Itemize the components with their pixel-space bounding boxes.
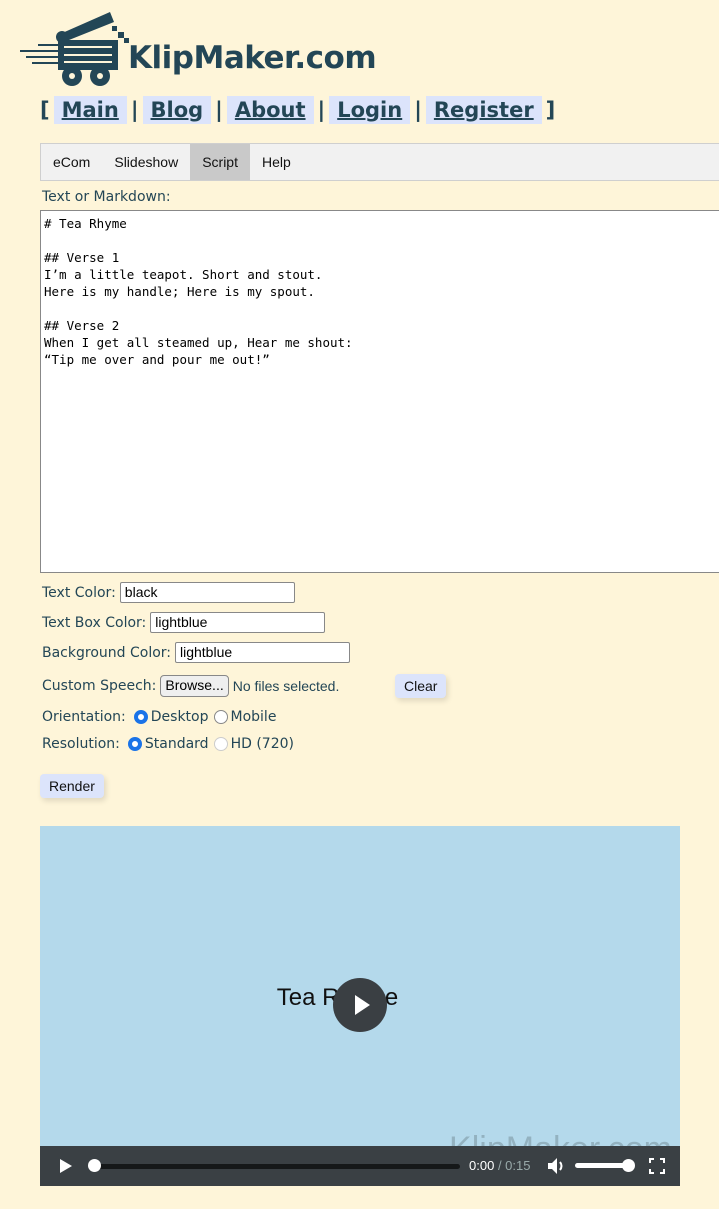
browse-button[interactable]: Browse... — [160, 675, 229, 697]
text-box-color-label: Text Box Color: — [42, 614, 147, 631]
separator: | — [317, 98, 326, 122]
klipmaker-logo — [20, 12, 129, 86]
tab-script[interactable]: Script — [190, 144, 250, 180]
nav-about[interactable]: About — [226, 96, 314, 124]
bracket: ] — [545, 98, 556, 122]
separator: | — [414, 98, 422, 122]
resolution-label: Resolution: — [42, 736, 120, 752]
volume-handle[interactable] — [622, 1159, 635, 1172]
no-files-text: No files selected. — [232, 678, 340, 694]
nav-blog[interactable]: Blog — [142, 96, 212, 124]
tab-help[interactable]: Help — [250, 144, 303, 180]
standard-label: Standard — [144, 736, 209, 752]
play-icon — [355, 995, 370, 1015]
tab-slideshow[interactable]: Slideshow — [102, 144, 190, 180]
radio-desktop[interactable] — [133, 710, 148, 724]
time-display: 0:00 / 0:15 — [469, 1158, 531, 1173]
render-button[interactable]: Render — [40, 774, 104, 798]
video-player[interactable]: Tea Rhyme KlipMaker.com 0:00 / 0:15 — [40, 826, 680, 1186]
radio-standard[interactable] — [127, 737, 142, 751]
desktop-label: Desktop — [150, 709, 209, 725]
text-color-input[interactable]: black — [119, 582, 295, 603]
separator: | — [215, 98, 223, 122]
play-icon[interactable] — [58, 1158, 74, 1174]
nav-main[interactable]: Main — [53, 96, 127, 124]
orientation-label: Orientation: — [42, 709, 126, 725]
nav-register[interactable]: Register — [425, 96, 542, 124]
radio-mobile[interactable] — [213, 710, 228, 724]
brand-name: KlipMaker.com — [128, 40, 377, 76]
radio-hd[interactable] — [213, 737, 228, 751]
hd-label: HD (720) — [230, 736, 294, 752]
mobile-label: Mobile — [230, 709, 277, 725]
text-box-color-input[interactable]: lightblue — [150, 612, 326, 633]
text-color-label: Text Color: — [42, 584, 116, 601]
seek-bar[interactable] — [90, 1164, 460, 1169]
bracket: [ — [40, 98, 50, 122]
nav-login[interactable]: Login — [329, 96, 411, 124]
big-play-button[interactable] — [333, 978, 387, 1032]
background-color-label: Background Color: — [42, 644, 171, 661]
tab-bar: eCom Slideshow Script Help — [40, 143, 719, 181]
background-color-input[interactable]: lightblue — [175, 642, 350, 663]
fullscreen-icon[interactable] — [649, 1158, 665, 1174]
separator: | — [130, 98, 139, 122]
script-label: Text or Markdown: — [42, 189, 171, 205]
volume-icon[interactable] — [547, 1157, 565, 1175]
seek-handle[interactable] — [88, 1159, 101, 1172]
main-nav: [ Main | Blog | About | Login | Register ] — [40, 96, 555, 124]
tab-ecom[interactable]: eCom — [41, 144, 102, 180]
video-controls: 0:00 / 0:15 — [40, 1146, 680, 1186]
script-textarea[interactable] — [40, 210, 719, 573]
clear-button[interactable]: Clear — [395, 674, 447, 698]
custom-speech-label: Custom Speech: — [42, 678, 157, 694]
